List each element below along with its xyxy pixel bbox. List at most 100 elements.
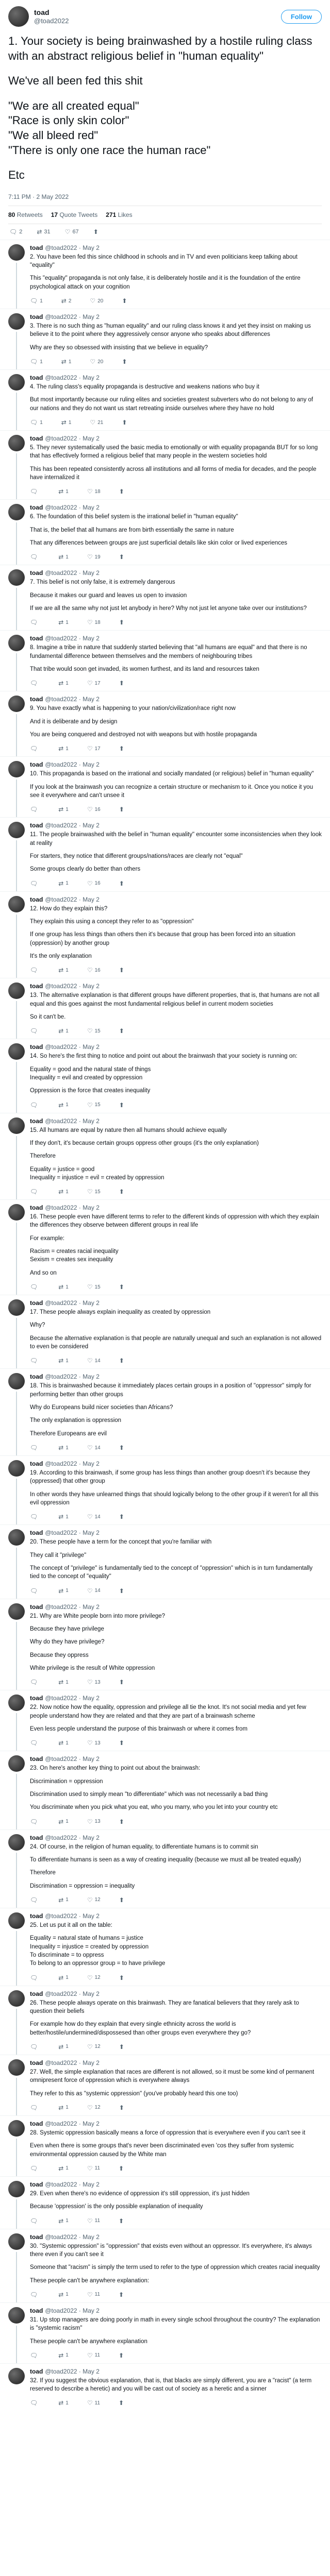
retweet-button[interactable]: ⇄ 1 <box>58 2291 69 2298</box>
share-button[interactable]: ⬆ <box>119 806 124 813</box>
retweet-button[interactable]: ⇄ 1 <box>58 1101 69 1109</box>
reply-author-handle[interactable]: @toad2022 <box>45 1755 77 1762</box>
reply-author-handle[interactable]: @toad2022 <box>45 1117 77 1125</box>
reply-button[interactable]: 🗨 <box>30 1974 40 1981</box>
thread-reply[interactable]: toad @toad2022 · May 2 18. This is brainwa… <box>0 1368 330 1456</box>
reply-author-handle[interactable]: @toad2022 <box>45 696 77 703</box>
reply-date[interactable]: May 2 <box>82 2059 100 2066</box>
like-button[interactable]: ♡ 18 <box>87 619 101 626</box>
reply-author-name[interactable]: toad <box>30 1603 43 1611</box>
share-button[interactable]: ⬆ <box>119 1101 124 1109</box>
retweet-button[interactable]: ⇄ 1 <box>58 880 69 887</box>
thread-reply[interactable]: toad @toad2022 · May 2 15. All humans are … <box>0 1112 330 1200</box>
reply-date[interactable]: May 2 <box>82 2368 100 2375</box>
share-button[interactable]: ⬆ <box>119 967 124 974</box>
avatar[interactable] <box>8 1460 25 1477</box>
thread-reply[interactable]: toad @toad2022 · May 2 25. Let us put it a… <box>0 1907 330 1986</box>
retweet-button[interactable]: ⇄ 1 <box>58 2217 69 2225</box>
retweet-button[interactable]: ⇄ 1 <box>58 2104 69 2111</box>
like-button[interactable]: ♡ 12 <box>87 2043 101 2050</box>
like-button[interactable]: ♡ 14 <box>87 1357 101 1364</box>
reply-author-handle[interactable]: @toad2022 <box>45 896 77 903</box>
engagement-stat[interactable]: 17 Quote Tweets <box>51 211 98 218</box>
retweet-button[interactable]: ⇄ 1 <box>58 806 69 813</box>
share-button[interactable]: ⬆ <box>122 358 127 365</box>
reply-author-handle[interactable]: @toad2022 <box>45 635 77 642</box>
like-button[interactable]: ♡ 14 <box>87 1587 101 1595</box>
retweet-button[interactable]: ⇄ 1 <box>58 1188 69 1195</box>
thread-reply[interactable]: toad @toad2022 · May 2 19. According to th… <box>0 1455 330 1525</box>
avatar[interactable] <box>8 761 25 778</box>
retweet-button[interactable]: ⇄ 1 <box>58 1896 69 1904</box>
retweet-button[interactable]: ⇄ 1 <box>58 1283 69 1291</box>
avatar[interactable] <box>8 1373 25 1390</box>
thread-reply[interactable]: toad @toad2022 · May 2 6. The foundation o… <box>0 499 330 565</box>
share-button[interactable]: ⬆ <box>119 488 124 495</box>
reply-button[interactable]: 🗨 1 <box>30 297 43 304</box>
retweet-button[interactable]: ⇄ 1 <box>58 2165 69 2172</box>
like-button[interactable]: ♡ 20 <box>90 297 103 304</box>
reply-button[interactable]: 🗨 <box>30 2291 40 2298</box>
reply-date[interactable]: May 2 <box>82 313 100 320</box>
reply-author-handle[interactable]: @toad2022 <box>45 2233 77 2241</box>
reply-author-handle[interactable]: @toad2022 <box>45 2059 77 2066</box>
reply-date[interactable]: May 2 <box>82 435 100 442</box>
share-button[interactable]: ⬆ <box>119 553 124 561</box>
avatar[interactable] <box>8 2307 25 2324</box>
avatar[interactable] <box>8 435 25 452</box>
avatar[interactable] <box>8 1834 25 1851</box>
avatar[interactable] <box>8 1529 25 1546</box>
reply-author-handle[interactable]: @toad2022 <box>45 504 77 511</box>
reply-date[interactable]: May 2 <box>82 1694 100 1702</box>
like-button[interactable]: ♡ 15 <box>87 1283 101 1291</box>
retweet-button[interactable]: ⇄ 1 <box>58 1974 69 1981</box>
reply-button[interactable]: 🗨 <box>30 680 40 687</box>
reply-button[interactable]: 🗨 <box>30 1027 40 1035</box>
share-button[interactable]: ⬆ <box>93 228 98 235</box>
avatar[interactable] <box>8 6 29 27</box>
reply-author-name[interactable]: toad <box>30 435 43 442</box>
reply-author-name[interactable]: toad <box>30 569 43 577</box>
reply-date[interactable]: May 2 <box>82 1834 100 1841</box>
avatar[interactable] <box>8 1603 25 1620</box>
reply-author-handle[interactable]: @toad2022 <box>45 1990 77 1997</box>
reply-author-handle[interactable]: @toad2022 <box>45 2368 77 2375</box>
reply-author-name[interactable]: toad <box>30 1373 43 1380</box>
thread-reply[interactable]: toad @toad2022 · May 2 17. These people al… <box>0 1295 330 1369</box>
like-button[interactable]: ♡ 12 <box>87 1974 101 1981</box>
share-button[interactable]: ⬆ <box>119 1896 124 1904</box>
avatar[interactable] <box>8 1694 25 1711</box>
reply-author-name[interactable]: toad <box>30 1460 43 1467</box>
reply-author-handle[interactable]: @toad2022 <box>45 982 77 990</box>
share-button[interactable]: ⬆ <box>119 2104 124 2111</box>
avatar[interactable] <box>8 374 25 391</box>
share-button[interactable]: ⬆ <box>119 745 124 752</box>
reply-author-name[interactable]: toad <box>30 822 43 829</box>
share-button[interactable]: ⬆ <box>119 1679 124 1686</box>
reply-button[interactable]: 🗨 <box>30 745 40 752</box>
avatar[interactable] <box>8 2233 25 2250</box>
like-button[interactable]: ♡ 21 <box>90 419 103 426</box>
share-button[interactable]: ⬆ <box>119 1513 124 1520</box>
retweet-button[interactable]: ⇄ 1 <box>58 2043 69 2050</box>
reply-button[interactable]: 🗨 <box>30 553 40 561</box>
reply-author-name[interactable]: toad <box>30 244 43 251</box>
like-button[interactable]: ♡ 11 <box>87 2217 100 2225</box>
retweet-button[interactable]: ⇄ 1 <box>58 619 69 626</box>
share-button[interactable]: ⬆ <box>119 1357 124 1364</box>
reply-date[interactable]: May 2 <box>82 2181 100 2188</box>
reply-button[interactable]: 🗨 <box>30 1818 40 1825</box>
reply-button[interactable]: 🗨 <box>30 1896 40 1904</box>
retweet-button[interactable]: ⇄ 1 <box>58 2399 69 2406</box>
like-button[interactable]: ♡ 15 <box>87 1101 101 1109</box>
thread-reply[interactable]: toad @toad2022 · May 2 16. These people ev… <box>0 1199 330 1295</box>
like-button[interactable]: ♡ 17 <box>87 745 101 752</box>
engagement-stat[interactable]: 80 Retweets <box>8 211 43 218</box>
avatar[interactable] <box>8 504 25 521</box>
like-button[interactable]: ♡ 15 <box>87 1188 101 1195</box>
like-button[interactable]: ♡ 67 <box>65 228 79 235</box>
reply-author-name[interactable]: toad <box>30 1299 43 1307</box>
reply-author-handle[interactable]: @toad2022 <box>45 822 77 829</box>
share-button[interactable]: ⬆ <box>119 1283 124 1291</box>
retweet-button[interactable]: ⇄ 1 <box>58 488 69 495</box>
